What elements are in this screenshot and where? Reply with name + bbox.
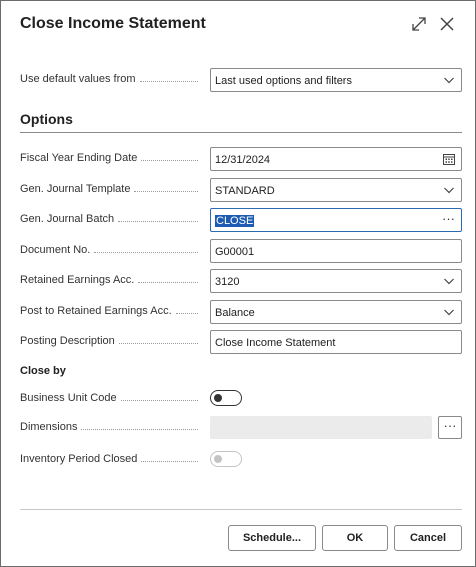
posting-description-caption: Posting Description — [20, 335, 202, 349]
post-to-retained-earnings-row: Post to Retained Earnings Acc. Balance — [20, 300, 462, 324]
schedule-button[interactable]: Schedule... — [228, 525, 316, 551]
caption-leader — [141, 152, 198, 161]
ellipsis-icon[interactable]: ··· — [442, 211, 455, 226]
caption-leader — [81, 421, 198, 430]
cancel-button[interactable]: Cancel — [394, 525, 462, 551]
dimensions-label: Dimensions — [20, 421, 78, 433]
close-income-statement-dialog: Close Income Statement Use default value… — [0, 0, 476, 567]
post-to-retained-earnings-value: Balance — [215, 307, 255, 319]
default-values-value: Last used options and filters — [215, 75, 352, 87]
document-no-value: G00001 — [215, 246, 255, 258]
document-no-input[interactable]: G00001 — [210, 239, 462, 263]
gen-journal-template-value: STANDARD — [215, 185, 275, 197]
caption-leader — [118, 213, 198, 222]
close-by-heading: Close by — [20, 365, 66, 377]
footer-divider — [20, 509, 462, 510]
document-no-caption: Document No. — [20, 244, 202, 258]
business-unit-code-caption: Business Unit Code — [20, 392, 202, 406]
caption-leader — [134, 183, 198, 192]
posting-description-value: Close Income Statement — [215, 337, 336, 349]
dimensions-input — [210, 416, 432, 439]
posting-description-label: Posting Description — [20, 335, 115, 347]
post-to-retained-earnings-caption: Post to Retained Earnings Acc. — [20, 305, 202, 319]
default-values-label: Use default values from — [20, 73, 136, 85]
business-unit-code-row: Business Unit Code — [20, 387, 462, 411]
default-values-row: Use default values from Last used option… — [20, 68, 462, 92]
options-divider — [20, 132, 462, 133]
calendar-icon[interactable] — [443, 153, 455, 165]
post-to-retained-earnings-select[interactable]: Balance — [210, 300, 462, 324]
gen-journal-batch-row: Gen. Journal Batch CLOSE ··· — [20, 208, 462, 232]
inventory-period-closed-row: Inventory Period Closed — [20, 448, 462, 472]
caption-leader — [139, 73, 198, 82]
gen-journal-batch-label: Gen. Journal Batch — [20, 213, 115, 225]
gen-journal-batch-input[interactable]: CLOSE ··· — [210, 208, 462, 232]
gen-journal-template-row: Gen. Journal Template STANDARD — [20, 178, 462, 202]
gen-journal-batch-caption: Gen. Journal Batch — [20, 213, 202, 227]
toggle-knob — [214, 393, 222, 402]
inventory-period-closed-caption: Inventory Period Closed — [20, 453, 202, 467]
inventory-period-closed-toggle — [210, 451, 242, 467]
business-unit-code-label: Business Unit Code — [20, 392, 117, 404]
document-no-row: Document No. G00001 — [20, 239, 462, 263]
ellipsis-icon[interactable]: ··· — [438, 416, 462, 439]
gen-journal-template-select[interactable]: STANDARD — [210, 178, 462, 202]
posting-description-input[interactable]: Close Income Statement — [210, 330, 462, 354]
retained-earnings-acc-caption: Retained Earnings Acc. — [20, 274, 202, 288]
dimensions-caption: Dimensions — [20, 421, 202, 435]
retained-earnings-acc-row: Retained Earnings Acc. 3120 — [20, 269, 462, 293]
posting-description-row: Posting Description Close Income Stateme… — [20, 330, 462, 354]
fiscal-year-ending-date-caption: Fiscal Year Ending Date — [20, 152, 202, 166]
gen-journal-template-label: Gen. Journal Template — [20, 183, 131, 195]
options-heading: Options — [20, 111, 73, 127]
post-to-retained-earnings-label: Post to Retained Earnings Acc. — [20, 305, 172, 317]
toggle-knob — [214, 454, 222, 463]
fiscal-year-ending-date-value: 12/31/2024 — [215, 154, 271, 166]
fiscal-year-ending-date-label: Fiscal Year Ending Date — [20, 152, 138, 164]
chevron-down-icon — [444, 77, 454, 84]
close-icon[interactable] — [438, 15, 456, 33]
chevron-down-icon — [444, 278, 454, 285]
dimensions-row: Dimensions ··· — [20, 416, 462, 440]
caption-leader — [94, 244, 198, 253]
dialog-title: Close Income Statement — [20, 15, 206, 32]
default-values-caption: Use default values from — [20, 73, 202, 87]
caption-leader — [138, 274, 198, 283]
business-unit-code-toggle[interactable] — [210, 390, 242, 406]
retained-earnings-acc-value: 3120 — [215, 276, 240, 288]
gen-journal-template-caption: Gen. Journal Template — [20, 183, 202, 197]
chevron-down-icon — [444, 187, 454, 194]
expand-icon[interactable] — [410, 15, 428, 33]
gen-journal-batch-value: CLOSE — [215, 215, 255, 227]
document-no-label: Document No. — [20, 244, 91, 256]
ok-button[interactable]: OK — [322, 525, 388, 551]
inventory-period-closed-label: Inventory Period Closed — [20, 453, 138, 465]
caption-leader — [175, 305, 198, 314]
fiscal-year-ending-date-row: Fiscal Year Ending Date 12/31/2024 — [20, 147, 462, 171]
retained-earnings-acc-select[interactable]: 3120 — [210, 269, 462, 293]
fiscal-year-ending-date-input[interactable]: 12/31/2024 — [210, 147, 462, 171]
retained-earnings-acc-label: Retained Earnings Acc. — [20, 274, 135, 286]
chevron-down-icon — [444, 309, 454, 316]
caption-leader — [141, 453, 198, 462]
caption-leader — [120, 392, 198, 401]
caption-leader — [118, 335, 198, 344]
default-values-select[interactable]: Last used options and filters — [210, 68, 462, 92]
